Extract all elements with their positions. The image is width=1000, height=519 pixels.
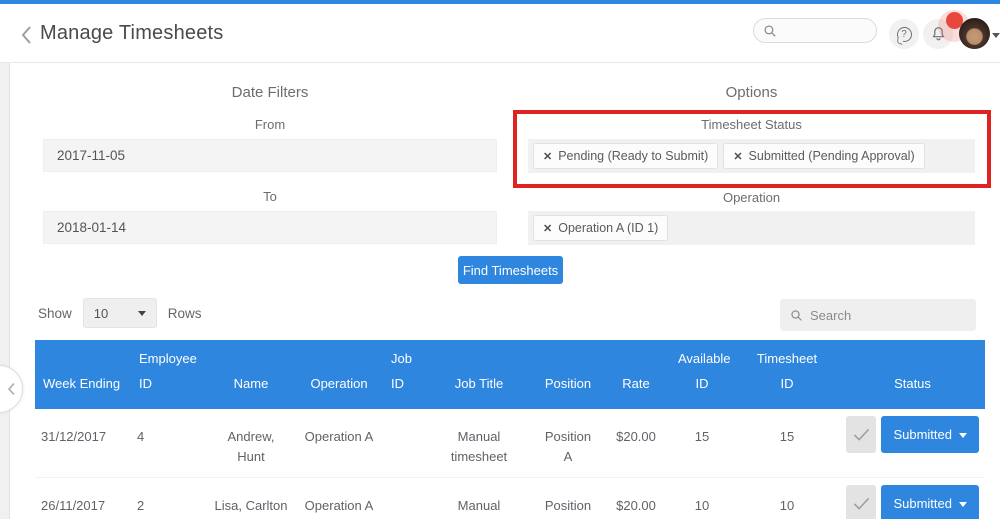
remove-tag-icon[interactable]: ✕ — [733, 150, 742, 163]
rows-label: Rows — [167, 305, 202, 321]
status-dropdown-button[interactable]: Submitted — [881, 485, 979, 519]
page-title: Manage Timesheets — [40, 22, 224, 44]
date-filters-title: Date Filters — [231, 84, 309, 101]
remove-tag-icon[interactable]: ✕ — [543, 222, 552, 235]
options-title: Options — [725, 84, 778, 101]
cell-position: Position A — [544, 498, 592, 519]
column-header-week-ending[interactable]: Week Ending — [35, 340, 131, 409]
user-menu-caret-icon[interactable] — [992, 33, 1000, 38]
chevron-down-icon — [959, 501, 967, 507]
operation-link[interactable]: Operation A — [295, 409, 383, 478]
to-date-input[interactable] — [43, 211, 497, 244]
column-header-job-id[interactable]: Job ID — [383, 340, 424, 409]
column-header-employee-id[interactable]: Employee ID — [131, 340, 207, 409]
cell-employee-id: 4 — [137, 429, 145, 444]
column-header-position[interactable]: Position — [534, 340, 602, 409]
operation-tag[interactable]: ✕ Operation A (ID 1) — [533, 215, 669, 241]
table-header-row: Week Ending Employee ID Name Operation J… — [35, 340, 985, 409]
column-header-rate[interactable]: Rate — [602, 340, 670, 409]
status-tag[interactable]: ✕ Pending (Ready to Submit) — [533, 143, 719, 169]
timesheet-status-label: Timesheet Status — [701, 117, 802, 132]
from-date-input[interactable] — [43, 139, 497, 172]
search-icon — [791, 309, 802, 321]
cell-week-ending: 31/12/2017 — [41, 429, 107, 444]
timesheets-table: Week Ending Employee ID Name Operation J… — [35, 340, 985, 519]
show-label: Show — [38, 305, 72, 321]
cell-status: Submitted — [840, 409, 985, 478]
status-tag-label: Submitted (Pending Approval) — [748, 149, 915, 163]
table-row: 31/12/2017 4 Andrew, Hunt Operation A Ma… — [35, 409, 985, 478]
rate-link[interactable]: $20.00 — [602, 409, 670, 478]
operation-tag-label: Operation A (ID 1) — [558, 221, 659, 235]
cell-job-id — [383, 409, 424, 478]
cell-available-id: 10 — [694, 498, 710, 513]
find-timesheets-button[interactable]: Find Timesheets — [458, 256, 563, 284]
chevron-down-icon — [137, 310, 146, 316]
cell-position: Position A — [544, 429, 592, 464]
status-dropdown-button[interactable]: Submitted — [881, 416, 979, 453]
header-search-input[interactable] — [783, 23, 873, 38]
help-chat-button[interactable]: ? — [889, 19, 919, 49]
operation-field[interactable]: ✕ Operation A (ID 1) — [528, 211, 975, 245]
status-tag-label: Pending (Ready to Submit) — [558, 149, 709, 163]
header-search[interactable] — [753, 18, 877, 43]
column-header-available-id[interactable]: Available ID — [670, 340, 734, 409]
column-header-status[interactable]: Status — [840, 340, 985, 409]
app-header: Manage Timesheets ? — [0, 4, 1000, 63]
rows-per-page-controls: Show 10 Rows — [38, 298, 202, 328]
chevron-left-icon — [7, 382, 15, 396]
cell-week-ending: 26/11/2017 — [41, 498, 106, 513]
check-icon — [853, 497, 869, 510]
table-row: 26/11/2017 2 Lisa, Carlton Operation A M… — [35, 477, 985, 519]
top-accent-bar — [0, 0, 1000, 4]
status-label: Submitted — [893, 427, 952, 442]
table-search[interactable] — [780, 299, 976, 331]
collapse-panel-button[interactable] — [0, 365, 23, 413]
from-label: From — [254, 117, 286, 132]
operation-link[interactable]: Operation A — [295, 478, 383, 519]
status-tag[interactable]: ✕ Submitted (Pending Approval) — [723, 143, 925, 169]
cell-status: Submitted — [840, 478, 985, 519]
employee-name-link[interactable]: Lisa, Carlton — [207, 478, 295, 519]
cell-available-id: 15 — [694, 429, 710, 444]
cell-job-id — [383, 478, 424, 519]
check-icon — [853, 428, 869, 441]
rate-link[interactable]: $20.00 — [602, 478, 670, 519]
table-search-input[interactable] — [810, 307, 960, 323]
column-header-name[interactable]: Name — [207, 340, 295, 409]
employee-name-link[interactable]: Andrew, Hunt — [207, 409, 295, 478]
rows-per-page-value: 10 — [93, 305, 109, 321]
timesheet-id-link[interactable]: 15 — [734, 409, 840, 478]
cell-job-title: Manual timesheet — [450, 429, 508, 464]
cell-job-title: Manual timesheet — [451, 498, 507, 519]
rows-per-page-select[interactable]: 10 — [82, 298, 157, 328]
to-label: To — [263, 189, 277, 204]
left-gutter — [0, 63, 10, 519]
approve-check-button[interactable] — [846, 485, 877, 519]
cell-employee-id: 2 — [137, 498, 145, 513]
operation-label: Operation — [722, 190, 781, 205]
column-header-operation[interactable]: Operation — [295, 340, 383, 409]
notification-badge — [946, 12, 963, 29]
help-chat-icon: ? — [896, 26, 912, 42]
status-label: Submitted — [893, 496, 952, 511]
user-avatar[interactable] — [959, 18, 990, 49]
timesheet-id-link[interactable]: 10 — [734, 478, 840, 519]
search-icon — [764, 24, 776, 37]
chevron-down-icon — [959, 432, 967, 438]
column-header-timesheet-id[interactable]: Timesheet ID — [734, 340, 840, 409]
back-chevron-icon[interactable] — [14, 21, 38, 49]
remove-tag-icon[interactable]: ✕ — [543, 150, 552, 163]
column-header-job-title[interactable]: Job Title — [424, 340, 534, 409]
approve-check-button[interactable] — [846, 416, 877, 453]
timesheet-status-field[interactable]: ✕ Pending (Ready to Submit) ✕ Submitted … — [528, 139, 975, 173]
